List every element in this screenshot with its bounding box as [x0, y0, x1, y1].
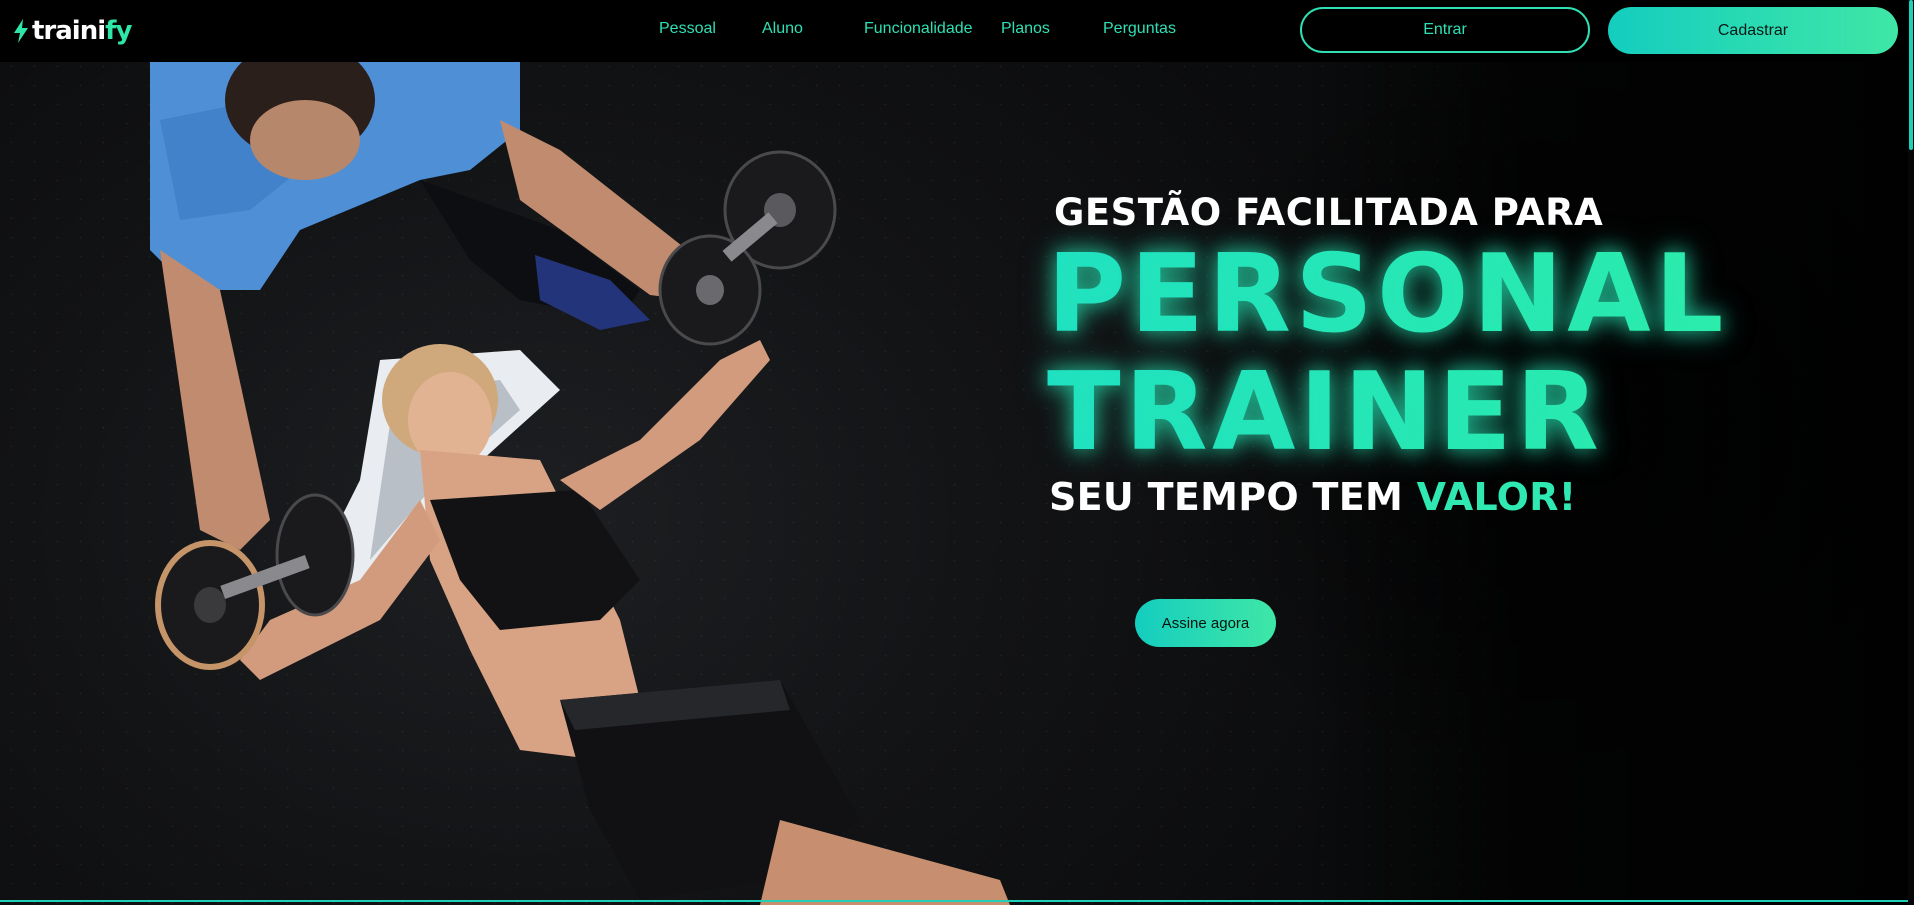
hero-headline-block: GESTÃO FACILITADA PARA PERSONAL TRAINER … — [1047, 190, 1747, 522]
hero-headline: PERSONAL TRAINER — [1047, 236, 1747, 472]
nav-link-planos[interactable]: Planos — [1001, 20, 1050, 38]
nav-link-pessoal[interactable]: Pessoal — [659, 20, 716, 38]
hero-headline-line-1: PERSONAL — [1047, 236, 1747, 354]
hero-tagline-prefix: SEU TEMPO TEM — [1049, 475, 1417, 519]
hero-image — [0, 60, 1020, 905]
top-navbar: trainify Pessoal Aluno Funcionalidade Pl… — [0, 0, 1914, 62]
hero-headline-line-2: TRAINER — [1047, 354, 1747, 472]
section-divider — [0, 900, 1914, 902]
signup-button[interactable]: Cadastrar — [1608, 7, 1898, 54]
nav-link-funcionalidade[interactable]: Funcionalidade — [864, 20, 973, 38]
page-scrollbar-thumb[interactable] — [1909, 0, 1913, 150]
login-button[interactable]: Entrar — [1300, 7, 1590, 53]
hero-kicker: GESTÃO FACILITADA PARA — [1054, 191, 1604, 234]
landing-page: trainify Pessoal Aluno Funcionalidade Pl… — [0, 0, 1914, 905]
hero-tagline-accent: VALOR! — [1416, 475, 1577, 519]
subscribe-now-button[interactable]: Assine agora — [1135, 599, 1276, 647]
nav-link-perguntas[interactable]: Perguntas — [1103, 20, 1176, 38]
nav-link-aluno[interactable]: Aluno — [762, 20, 803, 38]
hero-tagline: SEU TEMPO TEM VALOR! — [1049, 472, 1747, 522]
